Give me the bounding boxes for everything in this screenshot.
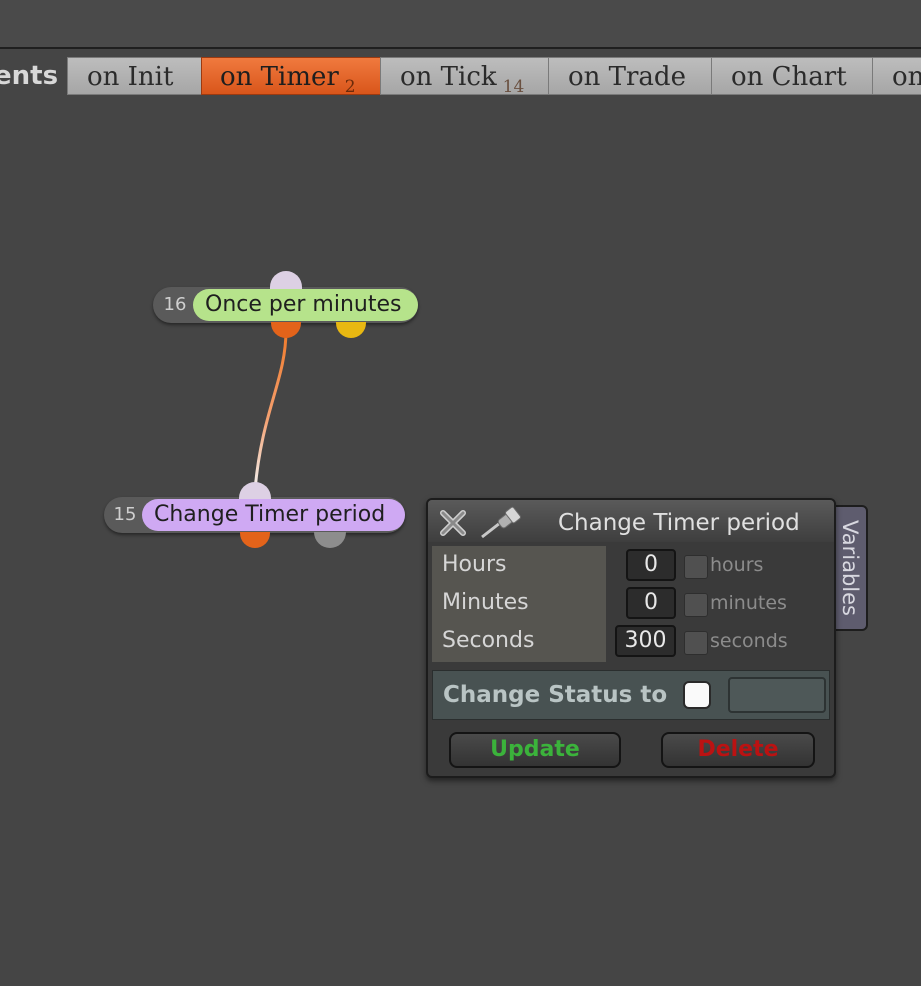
change-timer-dialog: Change Timer period Hours 0 hours Minute… [426,498,836,778]
minutes-variable-checkbox[interactable] [684,593,708,617]
minutes-input[interactable]: 0 [626,587,676,619]
pin-icon[interactable] [478,506,524,540]
node-number: 16 [163,294,187,315]
node-label: Once per minutes [193,289,418,321]
variables-tab[interactable]: Variables [836,505,868,631]
update-button[interactable]: Update [449,732,621,768]
variables-tab-label: Variables [838,520,862,616]
node-number: 15 [113,504,137,525]
connection-wire[interactable] [253,329,288,491]
change-status-label: Change Status to [443,682,668,708]
delete-button[interactable]: Delete [661,732,815,768]
parameter-table: Hours 0 hours Minutes 0 minutes Seconds … [432,546,832,662]
dialog-header: Change Timer period [428,500,834,542]
dialog-title: Change Timer period [558,510,800,536]
param-label-hours: Hours [442,552,507,577]
unit-hours: hours [710,554,764,576]
param-label-seconds: Seconds [442,628,535,653]
unit-minutes: minutes [710,592,787,614]
change-status-row: Change Status to [432,670,830,720]
close-icon[interactable] [438,508,468,538]
hours-input[interactable]: 0 [626,549,676,581]
unit-seconds: seconds [710,630,788,652]
seconds-variable-checkbox[interactable] [684,631,708,655]
hours-variable-checkbox[interactable] [684,555,708,579]
change-status-input[interactable] [728,677,826,713]
node-label: Change Timer period [142,499,405,531]
param-label-minutes: Minutes [442,590,529,615]
change-status-checkbox[interactable] [683,681,711,709]
wire-canvas [253,329,288,491]
seconds-input[interactable]: 300 [615,625,676,657]
